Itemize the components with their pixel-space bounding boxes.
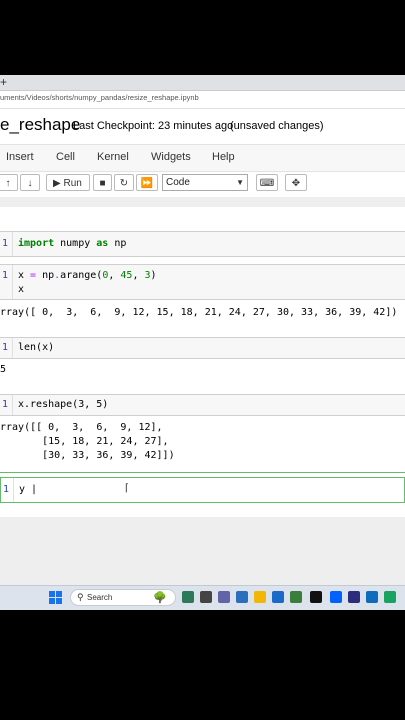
taskbar: ⚲ Search 🌳 (0, 585, 405, 610)
code-cell[interactable]: 1 x.reshape(3, 5) (0, 394, 405, 416)
code-line: x = np.arange(0, 45, 3) (18, 270, 157, 281)
menu-help[interactable]: Help (212, 151, 235, 163)
interrupt-button[interactable]: ■ (93, 174, 112, 191)
command-palette-button[interactable]: ⌨ (256, 174, 278, 191)
move-up-button[interactable]: ↑ (0, 174, 18, 191)
menu-cell[interactable]: Cell (56, 151, 75, 163)
cell-prompt: 1 (1, 399, 8, 410)
code-cell[interactable]: 1 len(x) (0, 337, 405, 359)
cell-toolbar-button[interactable]: ✥ (285, 174, 307, 191)
amazon-icon[interactable] (310, 591, 322, 603)
active-code-cell[interactable]: 1 y | ⌈ (0, 477, 405, 503)
code-line: len(x) (18, 342, 55, 353)
notebook-title[interactable]: e_reshape (0, 115, 80, 135)
move-icon: ✥ (291, 178, 301, 189)
cell-prompt: 1 (1, 270, 8, 281)
toolbar: ↑ ↓ ▶ Run ■ ↻ ⏩ Code ▼ ⌨ ✥ (0, 171, 405, 195)
restart-run-all-button[interactable]: ⏩ (136, 174, 158, 191)
code-line[interactable]: y | (19, 484, 37, 495)
edge-icon[interactable] (236, 591, 248, 603)
file-explorer-icon[interactable] (254, 591, 266, 603)
menu-widgets[interactable]: Widgets (151, 151, 191, 163)
menu-kernel[interactable]: Kernel (97, 151, 129, 163)
cell-output: [30, 33, 36, 39, 42]]) (0, 450, 175, 461)
menu-insert[interactable]: Insert (6, 151, 34, 163)
fast-forward-icon: ⏩ (140, 178, 154, 189)
cell-divider (12, 395, 13, 415)
dropbox-icon[interactable] (330, 591, 342, 603)
windows-start-icon[interactable] (49, 591, 62, 604)
cell-type-select[interactable]: Code ▼ (162, 174, 248, 191)
cell-type-value: Code (166, 177, 190, 188)
text-cursor-icon: ⌈ (125, 483, 129, 494)
move-down-button[interactable]: ↓ (20, 174, 40, 191)
taskbar-search[interactable]: ⚲ Search 🌳 (70, 589, 176, 606)
chrome-icon[interactable] (384, 591, 396, 603)
keyboard-icon: ⌨ (259, 178, 275, 189)
search-highlight-icon: 🌳 (153, 592, 167, 604)
code-line: import numpy as np (18, 238, 127, 249)
cell-output: [15, 18, 21, 24, 27], (0, 436, 169, 447)
play-icon: ▶ (53, 178, 61, 189)
teams-icon[interactable] (218, 591, 230, 603)
task-view-icon[interactable] (200, 591, 212, 603)
restart-icon: ↻ (119, 178, 129, 189)
arrow-down-icon: ↓ (27, 178, 33, 189)
cell-divider (12, 265, 13, 299)
cell-output: rray([[ 0, 3, 6, 9, 12], (0, 422, 163, 433)
search-icon: ⚲ (77, 592, 84, 602)
run-button[interactable]: ▶ Run (46, 174, 90, 191)
code-line: x (18, 284, 25, 295)
unsaved-status: (unsaved changes) (230, 120, 324, 132)
run-label: Run (63, 178, 82, 189)
chevron-down-icon: ▼ (236, 178, 244, 187)
stop-icon: ■ (99, 178, 106, 189)
cell-divider (12, 338, 13, 358)
checkpoint-text: Last Checkpoint: 23 minutes ago (73, 120, 234, 132)
browser-window: + uments/Videos/shorts/numpy_pandas/resi… (0, 75, 405, 608)
tab-strip: + (0, 75, 405, 91)
cell-prompt: 1 (1, 238, 8, 249)
cell-divider (12, 232, 13, 256)
cell-output: rray([ 0, 3, 6, 9, 12, 15, 18, 21, 24, 2… (0, 307, 398, 318)
app-icon[interactable] (290, 591, 302, 603)
code-cell[interactable]: 1 import numpy as np (0, 231, 405, 257)
address-bar[interactable]: uments/Videos/shorts/numpy_pandas/resize… (0, 91, 405, 109)
selected-cell-bar (0, 472, 405, 473)
store-icon[interactable] (272, 591, 284, 603)
new-tab-button[interactable]: + (0, 75, 7, 90)
app-icon[interactable] (348, 591, 360, 603)
code-cell[interactable]: 1 x = np.arange(0, 45, 3) x (0, 264, 405, 300)
cell-prompt: 1 (2, 484, 9, 495)
cell-divider (13, 478, 14, 502)
arrow-up-icon: ↑ (5, 178, 11, 189)
search-placeholder: Search (87, 593, 113, 602)
cell-prompt: 1 (1, 342, 8, 353)
vscode-icon[interactable] (366, 591, 378, 603)
menu-bar: Insert Cell Kernel Widgets Help (0, 144, 405, 172)
restart-button[interactable]: ↻ (114, 174, 134, 191)
copilot-icon[interactable] (182, 591, 194, 603)
code-line: x.reshape(3, 5) (18, 399, 109, 410)
cell-output: 5 (0, 364, 7, 375)
url-text: uments/Videos/shorts/numpy_pandas/resize… (0, 93, 199, 102)
